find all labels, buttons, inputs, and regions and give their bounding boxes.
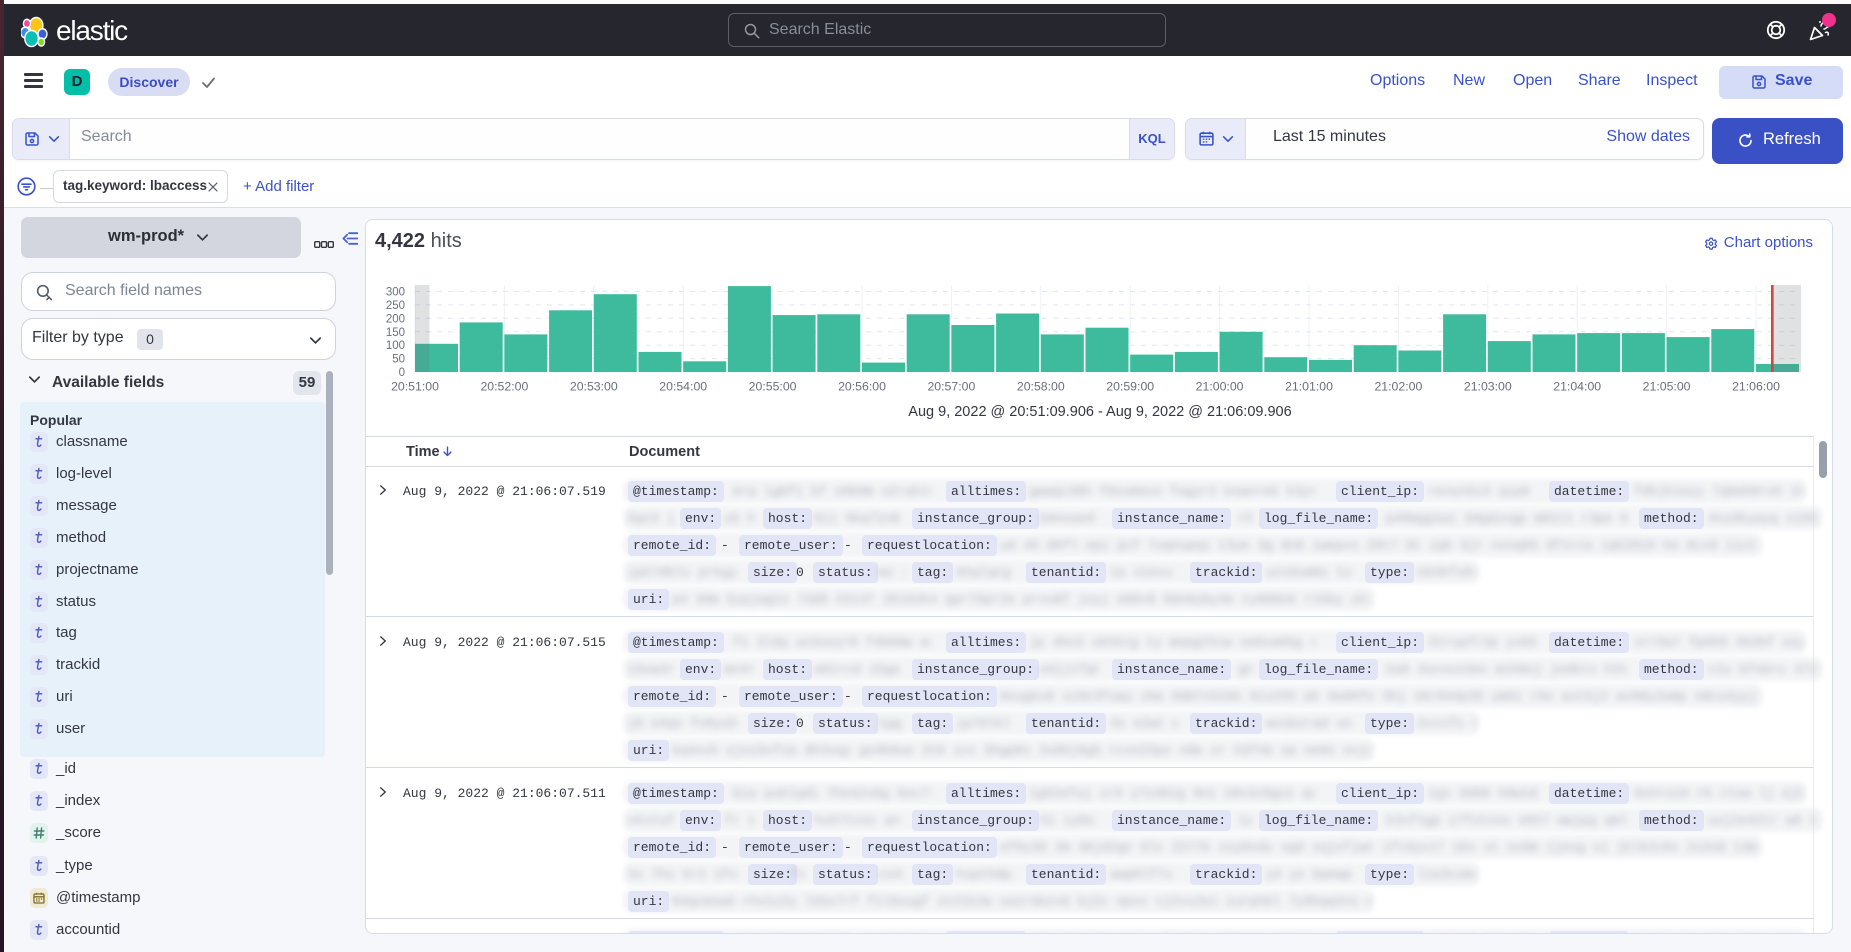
svg-text:21:03:00: 21:03:00 [1464,380,1512,394]
svg-text:20:53:00: 20:53:00 [570,380,618,394]
svg-text:150: 150 [386,327,405,339]
svg-text:20:51:00: 20:51:00 [391,380,439,394]
svg-text:50: 50 [392,354,405,366]
svg-text:20:52:00: 20:52:00 [480,380,528,394]
svg-text:21:01:00: 21:01:00 [1285,380,1333,394]
svg-text:100: 100 [386,340,405,352]
svg-text:20:56:00: 20:56:00 [838,380,886,394]
svg-text:20:59:00: 20:59:00 [1106,380,1154,394]
svg-text:20:57:00: 20:57:00 [927,380,975,394]
svg-text:200: 200 [386,313,405,325]
svg-text:0: 0 [399,367,405,379]
svg-text:20:55:00: 20:55:00 [749,380,797,394]
svg-text:21:05:00: 21:05:00 [1643,380,1691,394]
svg-text:21:02:00: 21:02:00 [1374,380,1422,394]
svg-text:21:06:00: 21:06:00 [1732,380,1780,394]
svg-text:21:00:00: 21:00:00 [1196,380,1244,394]
svg-text:21:04:00: 21:04:00 [1553,380,1601,394]
svg-text:20:58:00: 20:58:00 [1017,380,1065,394]
svg-text:300: 300 [386,287,405,299]
svg-text:20:54:00: 20:54:00 [659,380,707,394]
svg-text:250: 250 [386,300,405,312]
